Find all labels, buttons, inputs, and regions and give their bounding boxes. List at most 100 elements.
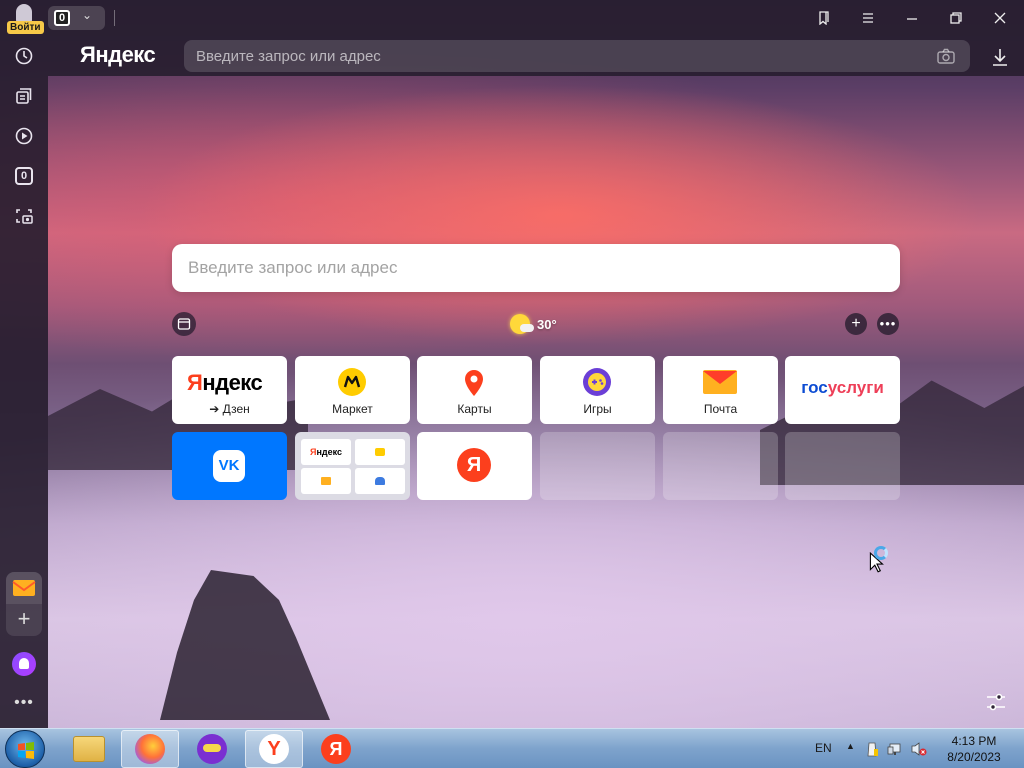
firefox-icon [135, 734, 165, 764]
main-search-box[interactable] [172, 244, 900, 292]
video-icon [15, 127, 33, 145]
minimize-button[interactable] [898, 6, 926, 30]
restore-icon [950, 12, 962, 24]
mini-tile-label: ндекс [316, 447, 342, 457]
mini-tile-weather [355, 468, 405, 494]
yandex-wordmark-rest: ндекс [202, 370, 263, 395]
mail-icon [12, 580, 36, 596]
tile-label: ➔ Дзен [209, 402, 250, 416]
login-label: Войти [7, 21, 44, 34]
tile-yandex-group[interactable]: Яндекс [295, 432, 410, 500]
counter-button[interactable]: 0 [12, 164, 36, 188]
history-button[interactable] [12, 44, 36, 68]
chevron-down-icon: ⌄ [82, 8, 93, 22]
tile-empty[interactable] [540, 432, 655, 500]
more-icon[interactable]: ••• [12, 694, 36, 714]
customize-sliders-icon[interactable] [984, 690, 1008, 714]
tile-empty[interactable] [785, 432, 900, 500]
taskbar-explorer[interactable] [60, 730, 118, 768]
action-center-icon[interactable] [867, 742, 878, 757]
tile-mail[interactable]: Почта [663, 356, 778, 424]
bookmarks-button[interactable] [810, 6, 838, 30]
taskbar-yandex[interactable]: Я [307, 730, 365, 768]
tile-gosuslugi[interactable]: госуслуги [785, 356, 900, 424]
gosuslugi-logo-part: гос [801, 378, 828, 397]
weather-temperature: 30° [537, 316, 557, 332]
gallery-icon [177, 318, 191, 330]
tab-count: 0 [54, 10, 70, 26]
yandex-logo[interactable]: Яндекс [80, 42, 156, 68]
market-icon [338, 368, 366, 396]
busy-ring-icon [874, 546, 888, 560]
login-button[interactable]: Войти [6, 3, 44, 34]
mini-market-icon [375, 448, 385, 456]
mini-tile-yandex: Яндекс [301, 439, 351, 465]
tile-empty[interactable] [663, 432, 778, 500]
restore-button[interactable] [942, 6, 970, 30]
gamepad-icon [583, 368, 611, 396]
address-input[interactable] [184, 40, 924, 72]
taskbar-mask-app[interactable] [183, 730, 241, 768]
vk-icon: VK [213, 450, 245, 482]
weather-widget[interactable]: 30° [510, 312, 557, 336]
network-icon[interactable] [887, 743, 901, 755]
ellipsis-icon: ••• [879, 316, 897, 331]
clock-time: 4:13 PM [951, 734, 997, 748]
tile-label: Карты [457, 402, 492, 416]
tile-label: Маркет [332, 402, 373, 416]
tile-vk[interactable]: VK [172, 432, 287, 500]
mini-weather-icon [375, 477, 385, 485]
plus-icon: + [851, 315, 861, 332]
hamburger-icon [863, 13, 873, 23]
windows-logo-icon [18, 742, 34, 759]
start-button[interactable] [5, 730, 45, 768]
add-tile-button[interactable]: + [845, 313, 867, 335]
language-indicator[interactable]: EN [815, 741, 832, 755]
history-icon [15, 47, 33, 65]
yandex-wordmark: Яндекс [187, 370, 263, 395]
download-icon[interactable] [990, 46, 1010, 68]
mask-eyes [203, 744, 221, 752]
close-button[interactable] [986, 6, 1014, 30]
mini-tile-market [355, 439, 405, 465]
sidebar-mail-button[interactable] [6, 572, 42, 604]
folder-icon [73, 736, 105, 762]
address-bar[interactable] [184, 40, 970, 72]
tiles-more-button[interactable]: ••• [877, 313, 899, 335]
alice-icon[interactable] [12, 652, 36, 676]
taskbar-firefox[interactable] [121, 730, 179, 768]
gallery-button[interactable] [172, 312, 196, 336]
collections-button[interactable] [12, 84, 36, 108]
volume-muted-icon[interactable] [911, 742, 927, 756]
video-button[interactable] [12, 124, 36, 148]
tile-maps[interactable]: Карты [417, 356, 532, 424]
avatar-icon [16, 4, 32, 22]
tab-counter-button[interactable]: 0 ⌄ [48, 6, 105, 30]
counter-icon: 0 [15, 167, 33, 185]
system-clock[interactable]: 4:13 PM 8/20/2023 [936, 733, 1012, 765]
gosuslugi-logo: госуслуги [785, 378, 900, 398]
sidebar-add-button[interactable]: + [6, 604, 42, 636]
tray-icons [867, 742, 927, 757]
show-hidden-icons-button[interactable]: ▲ [846, 741, 855, 751]
cloud-icon [520, 324, 534, 332]
tile-yandex-ya[interactable]: Я [417, 432, 532, 500]
map-pin-icon [465, 370, 483, 396]
main-search-input[interactable] [172, 244, 872, 292]
browser-window: Войти 0 ⌄ Яндекс 0 + •• [0, 0, 1024, 728]
yandex-browser-icon: Y [259, 734, 289, 764]
screenshot-button[interactable] [12, 204, 36, 228]
close-icon [994, 12, 1006, 24]
tile-games[interactable]: Игры [540, 356, 655, 424]
add-icon: + [17, 606, 31, 631]
menu-button[interactable] [854, 6, 882, 30]
mini-tile-mail [301, 468, 351, 494]
windows-taskbar: Y Я EN ▲ 4:13 PM 8/20/2023 [0, 728, 1024, 768]
camera-search-icon[interactable] [936, 47, 956, 65]
tile-yandex-dzen[interactable]: Яндекс ➔ Дзен [172, 356, 287, 424]
tile-market[interactable]: Маркет [295, 356, 410, 424]
minimize-icon [907, 18, 917, 20]
toolbar-divider [114, 10, 115, 26]
collections-icon [16, 88, 32, 104]
taskbar-yandex-browser[interactable]: Y [245, 730, 303, 768]
